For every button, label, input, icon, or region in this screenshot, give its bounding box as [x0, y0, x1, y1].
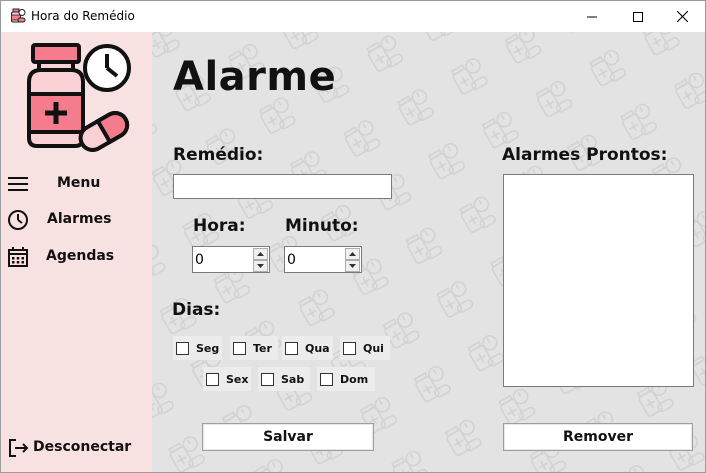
hamburger-menu-icon [8, 177, 28, 191]
hora-stepper[interactable]: 0 [192, 246, 270, 273]
sidebar-item-alarmes[interactable]: Alarmes [1, 205, 152, 235]
page-title: Alarme [173, 54, 337, 100]
day-label: Dom [340, 372, 369, 386]
medicine-bottle-clock-icon [27, 43, 131, 152]
day-label: Qua [305, 341, 330, 355]
arrow-down-icon [257, 264, 264, 268]
hora-label: Hora: [193, 216, 246, 236]
day-label: Qui [363, 341, 384, 355]
sidebar-item-menu[interactable]: Menu [1, 169, 152, 199]
sidebar-item-label: Desconectar [33, 439, 132, 455]
app-window: Hora do Remédio Menu Alarmes Agendas Des… [0, 0, 706, 473]
day-label: Seg [196, 341, 220, 355]
salvar-button[interactable]: Salvar [202, 423, 374, 451]
hora-increment-button[interactable] [253, 248, 268, 260]
day-checkbox-sab[interactable]: Sab [258, 367, 310, 391]
alarmes-prontos-list[interactable] [503, 174, 694, 387]
minimize-button[interactable] [569, 1, 615, 32]
main-panel: Alarme Remédio: Hora: 0 Minuto: 0 Dias: [152, 32, 705, 472]
hora-decrement-button[interactable] [253, 260, 268, 272]
checkbox-box[interactable] [343, 341, 356, 355]
arrow-up-icon [349, 252, 356, 256]
minuto-stepper[interactable]: 0 [284, 246, 362, 273]
sidebar-item-agendas[interactable]: Agendas [1, 242, 152, 272]
sidebar-item-label: Alarmes [47, 211, 112, 227]
checkbox-box[interactable] [206, 372, 219, 386]
maximize-button[interactable] [615, 1, 661, 32]
sidebar-item-label: Menu [57, 175, 101, 191]
hora-value: 0 [195, 252, 204, 268]
minuto-decrement-button[interactable] [345, 260, 360, 272]
minuto-increment-button[interactable] [345, 248, 360, 260]
dias-label: Dias: [172, 300, 221, 320]
title-bar[interactable]: Hora do Remédio [1, 1, 705, 32]
logout-icon [9, 439, 29, 457]
clock-icon [8, 210, 28, 230]
checkbox-box[interactable] [320, 372, 333, 386]
close-icon [676, 11, 688, 22]
day-checkbox-qua[interactable]: Qua [282, 336, 333, 360]
day-checkbox-qui[interactable]: Qui [340, 336, 390, 360]
checkbox-box[interactable] [261, 372, 274, 386]
day-checkbox-sex[interactable]: Sex [203, 367, 251, 391]
alarmes-prontos-label: Alarmes Prontos: [502, 145, 668, 165]
arrow-up-icon [257, 252, 264, 256]
remedio-label: Remédio: [173, 145, 264, 165]
sidebar: Menu Alarmes Agendas Desconectar [1, 32, 152, 472]
sidebar-item-label: Agendas [46, 248, 115, 264]
minimize-icon [587, 16, 597, 17]
minuto-value: 0 [287, 252, 296, 268]
remedio-input[interactable] [173, 174, 392, 199]
minuto-label: Minuto: [285, 216, 359, 236]
sidebar-item-desconectar[interactable]: Desconectar [1, 433, 152, 463]
calendar-icon [8, 247, 28, 267]
day-checkbox-seg[interactable]: Seg [173, 336, 222, 360]
checkbox-box[interactable] [285, 341, 298, 355]
remover-button[interactable]: Remover [503, 423, 693, 451]
close-button[interactable] [659, 1, 705, 32]
day-label: Sab [281, 372, 305, 386]
app-icon [11, 8, 26, 23]
day-label: Ter [253, 341, 272, 355]
day-checkbox-dom[interactable]: Dom [317, 367, 375, 391]
checkbox-box[interactable] [176, 341, 189, 355]
arrow-down-icon [349, 264, 356, 268]
maximize-icon [633, 11, 643, 22]
day-label: Sex [226, 372, 249, 386]
checkbox-box[interactable] [233, 341, 246, 355]
day-checkbox-ter[interactable]: Ter [230, 336, 278, 360]
window-title: Hora do Remédio [31, 9, 135, 23]
